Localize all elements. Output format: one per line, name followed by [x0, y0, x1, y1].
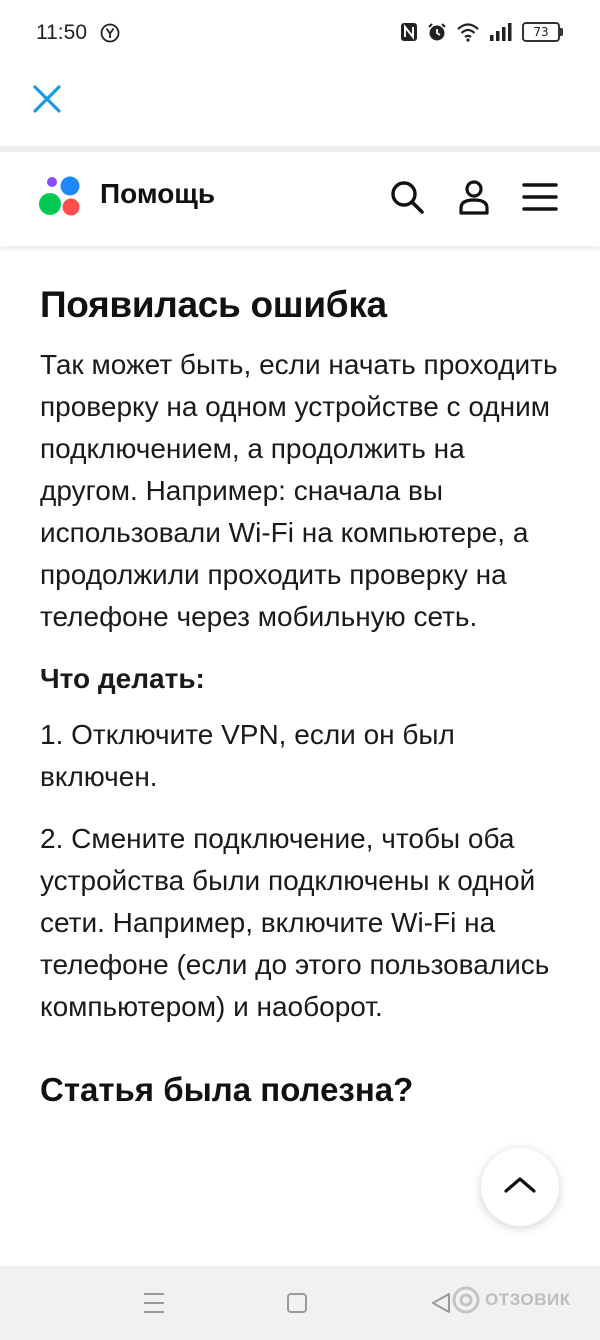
status-time: 11:50	[36, 21, 87, 44]
close-icon[interactable]	[30, 82, 64, 116]
article: Появилась ошибка Так может быть, если на…	[40, 278, 570, 1112]
brand-title[interactable]: Помощь	[100, 178, 215, 210]
search-icon[interactable]	[388, 178, 426, 216]
back-icon[interactable]	[428, 1290, 454, 1316]
yandex-icon	[100, 23, 120, 43]
watermark: ОТЗОВИК	[452, 1286, 571, 1314]
recent-apps-icon[interactable]	[141, 1290, 167, 1316]
step-item: 1. Отключите VPN, если он был включен.	[40, 719, 455, 792]
signal-icon	[490, 23, 512, 41]
user-icon[interactable]	[455, 178, 493, 216]
home-icon[interactable]	[284, 1290, 310, 1316]
watermark-text: ОТЗОВИК	[485, 1290, 571, 1309]
article-intro: Так может быть, если начать проходить пр…	[40, 349, 558, 632]
site-header: Помощь	[0, 152, 600, 246]
logo-icon[interactable]	[38, 176, 82, 218]
menu-icon[interactable]	[521, 178, 559, 216]
nfc-icon	[401, 23, 417, 41]
battery-icon: 73	[522, 22, 563, 42]
scroll-top-button[interactable]	[481, 1148, 559, 1226]
close-bar	[0, 54, 600, 146]
step-item: 2. Смените подключение, чтобы оба устрой…	[40, 823, 550, 1022]
wifi-icon	[457, 23, 479, 42]
chevron-up-icon	[504, 1177, 536, 1193]
status-icons: 73	[400, 22, 563, 42]
otzovik-logo-icon	[452, 1286, 480, 1314]
feedback-question: Статья была полезна?	[40, 1071, 414, 1108]
alarm-icon	[428, 23, 446, 41]
what-to-do-heading: Что делать:	[40, 663, 205, 694]
article-title: Появилась ошибка	[40, 284, 387, 325]
system-nav-bar: ОТЗОВИК	[0, 1266, 600, 1340]
